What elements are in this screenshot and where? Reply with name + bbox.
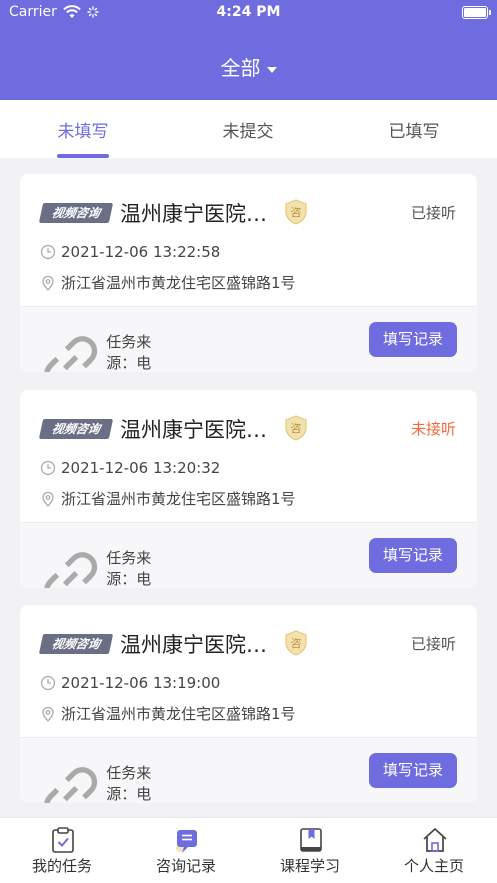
- call-status: 未接听: [410, 420, 456, 438]
- status-bar: Carrier 4:24 PM: [0, 0, 497, 26]
- video-consult-tag: 视频咨询: [38, 203, 114, 223]
- call-status: 已接听: [410, 635, 456, 653]
- video-consult-tag: 视频咨询: [38, 419, 114, 439]
- active-tab-indicator: [57, 154, 109, 158]
- clock-icon: [40, 460, 56, 476]
- tab-unsubmitted[interactable]: 未提交: [188, 117, 308, 142]
- consult-badge-icon: 咨: [284, 415, 308, 441]
- tab-unfilled[interactable]: 未填写: [23, 117, 143, 142]
- status-tabs: 未填写 未提交 已填写: [0, 100, 497, 158]
- hospital-name: 温州康宁医院…: [120, 418, 267, 442]
- consult-badge-icon: 咨: [284, 199, 308, 225]
- hospital-name: 温州康宁医院…: [120, 633, 267, 657]
- fill-record-button[interactable]: 填写记录: [369, 538, 457, 573]
- tabbar-consult-records[interactable]: 咨询记录: [124, 818, 248, 883]
- consult-card[interactable]: 视频咨询 温州康宁医院… 咨 已接听 2021-12-06 13:19:00 浙…: [20, 605, 477, 803]
- video-consult-tag: 视频咨询: [38, 634, 114, 654]
- consult-time: 2021-12-06 13:19:00: [61, 674, 221, 692]
- clock-icon: [40, 675, 56, 691]
- link-icon: [44, 552, 98, 588]
- call-status: 已接听: [410, 204, 456, 222]
- hospital-name: 温州康宁医院…: [120, 202, 267, 226]
- consult-badge-text: 咨: [291, 636, 302, 650]
- home-icon: [423, 827, 447, 852]
- fill-record-button[interactable]: 填写记录: [369, 753, 457, 788]
- consult-card[interactable]: 视频咨询 温州康宁医院… 咨 已接听 2021-12-06 13:22:58 浙…: [20, 174, 477, 372]
- book-icon: [300, 828, 322, 852]
- consult-time: 2021-12-06 13:20:32: [61, 459, 221, 477]
- page-title: 全部: [220, 56, 261, 80]
- task-source: 任务来源：电话亭: [106, 764, 152, 803]
- tab-filled[interactable]: 已填写: [354, 117, 474, 142]
- link-icon: [44, 336, 98, 372]
- status-time: 4:24 PM: [216, 4, 281, 20]
- task-source: 任务来源：电话亭: [106, 333, 152, 372]
- consult-badge-text: 咨: [291, 205, 302, 219]
- tabbar-label: 个人主页: [403, 857, 464, 875]
- location-pin-icon: [42, 491, 54, 507]
- tabbar-label: 我的任务: [31, 857, 92, 875]
- fill-record-button[interactable]: 填写记录: [369, 322, 457, 357]
- clipboard-check-icon: [52, 827, 74, 853]
- consult-address: 浙江省温州市黄龙住宅区盛锦路1号: [61, 705, 296, 723]
- location-pin-icon: [42, 706, 54, 722]
- tabbar-label: 课程学习: [279, 857, 340, 875]
- tabbar-my-tasks[interactable]: 我的任务: [0, 818, 124, 883]
- bottom-tab-bar: 我的任务 咨询记录 课程学习 个人主页: [0, 817, 497, 883]
- tabbar-personal-home[interactable]: 个人主页: [372, 818, 496, 883]
- consult-address: 浙江省温州市黄龙住宅区盛锦路1号: [61, 490, 296, 508]
- consult-address: 浙江省温州市黄龙住宅区盛锦路1号: [61, 274, 296, 292]
- header-bar: Carrier 4:24 PM 全部: [0, 0, 497, 100]
- filter-dropdown[interactable]: 全部: [0, 52, 497, 81]
- tabbar-course-learning[interactable]: 课程学习: [248, 818, 372, 883]
- battery-icon: [462, 6, 491, 19]
- consult-badge-icon: 咨: [284, 630, 308, 656]
- consult-badge-text: 咨: [291, 421, 302, 435]
- consult-card[interactable]: 视频咨询 温州康宁医院… 咨 未接听 2021-12-06 13:20:32 浙…: [20, 390, 477, 588]
- caret-down-icon: [266, 66, 277, 73]
- clock-icon: [40, 244, 56, 260]
- link-icon: [44, 767, 98, 803]
- tabbar-label: 咨询记录: [155, 857, 216, 875]
- chat-list-icon: [176, 830, 197, 853]
- consult-time: 2021-12-06 13:22:58: [61, 243, 221, 261]
- location-pin-icon: [42, 275, 54, 291]
- task-source: 任务来源：电话亭: [106, 549, 152, 588]
